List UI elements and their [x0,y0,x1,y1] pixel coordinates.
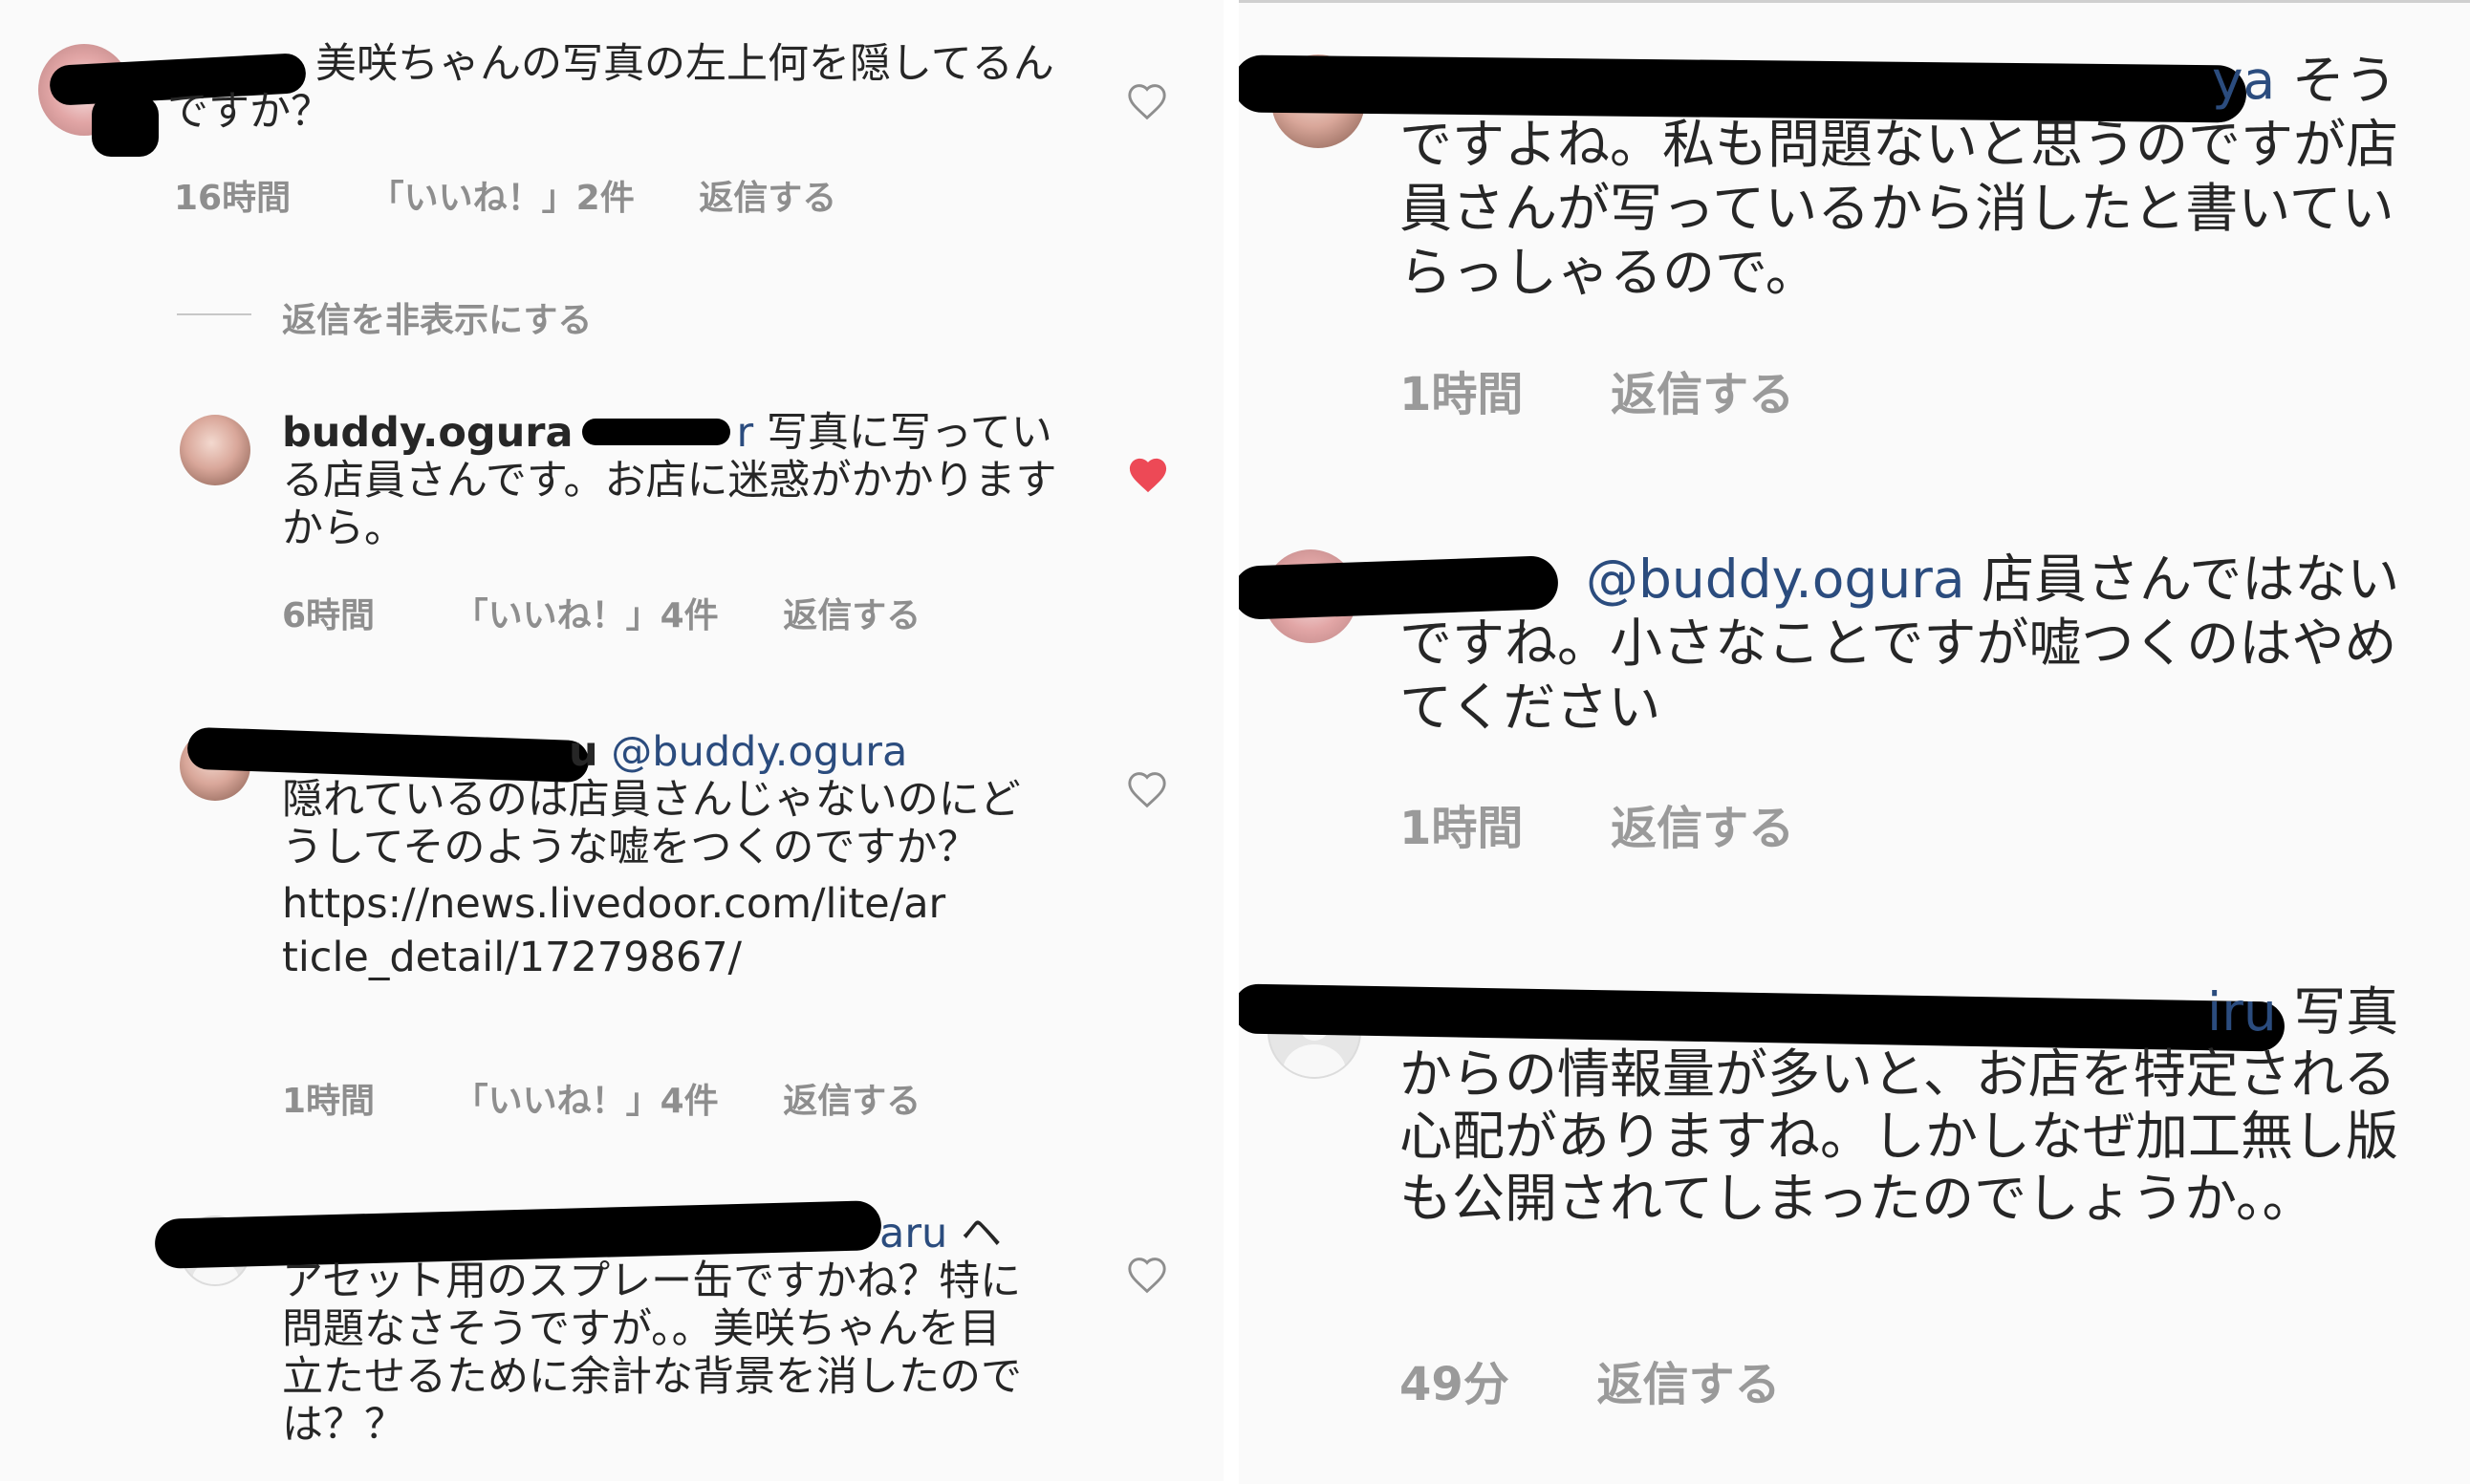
mention-tail[interactable]: aru [282,1210,947,1258]
like-count[interactable]: 「いいね！」4件 [454,1082,719,1121]
comment-body: buddy.ogura r 写真に写っている店員さんです。お店に迷惑がかかります… [282,409,1066,552]
comment-meta: 49分 返信する [1399,1346,1781,1413]
timestamp: 6時間 [282,596,376,635]
timestamp: 1時間 [282,1082,376,1121]
comment-body: u @buddy.ogura 隠れているのは店員さんじゃないのにどうしてそのよう… [282,728,1028,984]
comment-meta: 16時間 「いいね！」2件 返信する [174,170,836,220]
avatar[interactable] [180,415,250,485]
comment-body: aru ヘアセット用のスプレー缶ですかね？特に問題なさそうですが。。美咲ちゃんを… [282,1210,1037,1449]
timestamp: 16時間 [174,179,292,218]
comment-body: @buddy.ogura 店員さんではないですね。小さなことですが嘘つくのはやめ… [1399,548,2437,740]
comment-text: 隠れているのは店員さんじゃないのにどうしてそのような嘘をつくのですか？ [282,776,1021,871]
reply-button[interactable]: 返信する [699,179,836,218]
like-heart-icon[interactable] [1126,1256,1168,1294]
comment-link[interactable]: https://news.livedoor.com/lite/article_d… [282,877,951,984]
hide-replies-button[interactable]: 返信を非表示にする [282,292,592,342]
comment-text: 美咲ちゃんの写真の左上何を隠してるんですか？ [167,40,1054,136]
timestamp: 49分 [1399,1358,1509,1411]
comment-body: iru 写真からの情報量が多いと、お店を特定される心配がありますね。しかしなぜ加… [1399,981,2437,1230]
mention-link[interactable]: @buddy.ogura [611,728,907,776]
mention-link[interactable]: @buddy.ogura [1399,548,1965,610]
comment-meta: 1時間 「いいね！」4件 返信する [282,1073,921,1123]
comment-meta: 1時間 返信する [1399,356,1794,423]
timestamp: 1時間 [1399,802,1524,855]
like-heart-icon[interactable] [1126,82,1168,120]
comment-meta: 6時間 「いいね！」4件 返信する [282,588,921,637]
left-comments-panel: 美咲ちゃんの写真の左上何を隠してるんですか？ 16時間 「いいね！」2件 返信す… [0,0,1224,1481]
redacted-username [92,96,159,157]
mention-link[interactable]: r [582,409,753,457]
username-tail: u [569,728,598,776]
reply-button[interactable]: 返信する [783,1082,921,1121]
like-heart-icon[interactable] [1126,770,1168,808]
redacted-mention [582,419,731,445]
username[interactable]: buddy.ogura [282,409,574,457]
timestamp: 1時間 [1399,368,1524,421]
divider [177,313,251,315]
mention-tail[interactable]: iru [1399,981,2277,1043]
reply-button[interactable]: 返信する [1597,1358,1781,1411]
like-count[interactable]: 「いいね！」2件 [370,179,635,218]
right-comments-panel: ya そうですよね。私も問題ないと思うのですが店員さんが写っているから消したと書… [1239,0,2470,1484]
comment-meta: 1時間 返信する [1399,790,1794,857]
reply-button[interactable]: 返信する [783,596,921,635]
reply-button[interactable]: 返信する [1611,802,1794,855]
comment-body: ya そうですよね。私も問題ないと思うのですが店員さんが写っているから消したと書… [1399,49,2427,305]
reply-button[interactable]: 返信する [1611,368,1794,421]
mention-tail[interactable]: ya [1399,50,2275,111]
like-count[interactable]: 「いいね！」4件 [454,596,719,635]
liked-heart-icon[interactable] [1126,455,1170,495]
